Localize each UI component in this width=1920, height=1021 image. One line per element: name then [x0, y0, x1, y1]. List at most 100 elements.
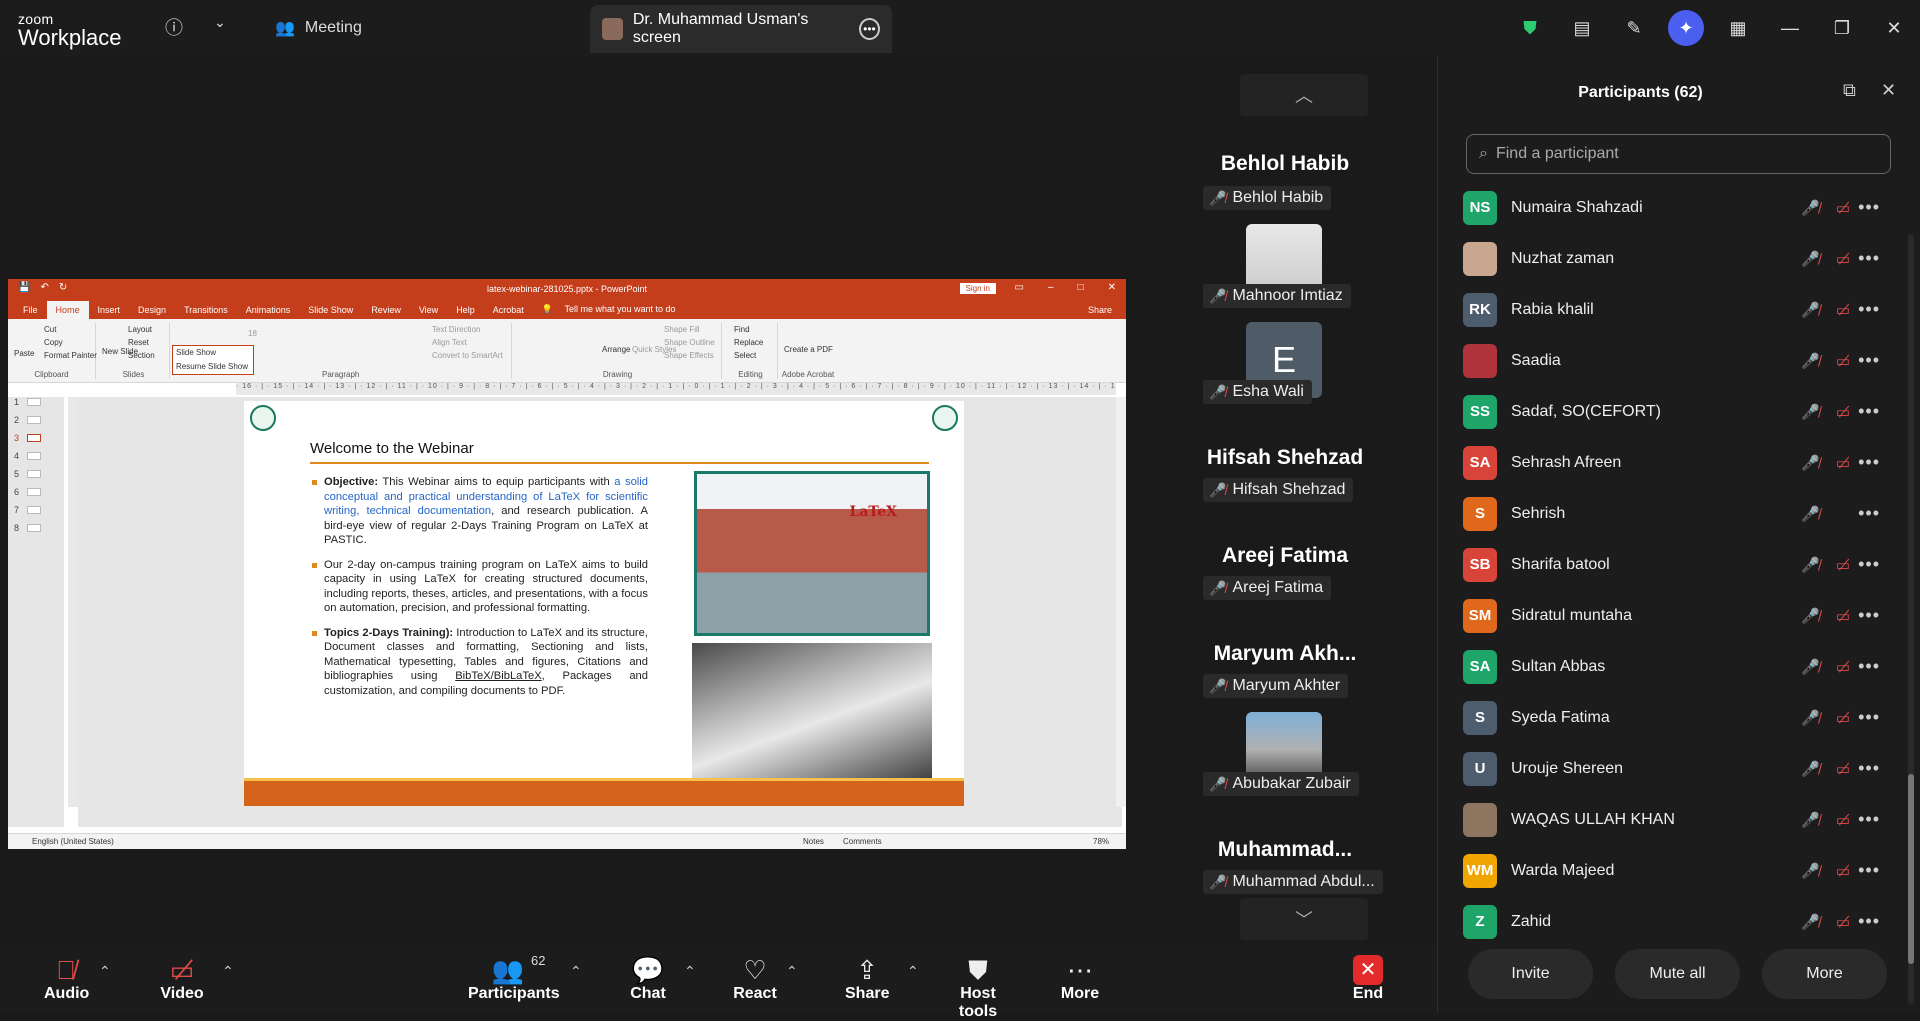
zoom-level[interactable]: 78%	[1093, 837, 1109, 846]
font-size-box[interactable]: 18	[248, 329, 257, 338]
participants-scrollbar[interactable]	[1908, 234, 1914, 1004]
participant-row[interactable]: NS Numaira Shahzadi 🎤̸ ▭̸ •••	[1438, 182, 1908, 233]
encryption-shield-icon[interactable]: ⛊	[1504, 18, 1556, 39]
participant-row[interactable]: WAQAS ULLAH KHAN 🎤̸ ▭̸ •••	[1438, 794, 1908, 845]
participant-more-icon[interactable]: •••	[1858, 860, 1880, 881]
video-off-icon[interactable]: ▭̸	[1836, 811, 1850, 829]
mic-muted-icon[interactable]: 🎤̸	[1801, 454, 1820, 472]
redo-icon[interactable]: ↻	[59, 282, 67, 293]
mic-muted-icon[interactable]: 🎤̸	[1801, 658, 1820, 676]
invite-button[interactable]: Invite	[1468, 949, 1593, 999]
video-options-caret[interactable]: ⌃	[222, 963, 234, 980]
replace-button[interactable]: Replace	[734, 338, 763, 347]
shared-screen-tab[interactable]: Dr. Muhammad Usman's screen •••	[590, 5, 892, 53]
paste-button[interactable]: Paste	[14, 349, 34, 358]
participant-row[interactable]: SA Sultan Abbas 🎤̸ ▭̸ •••	[1438, 641, 1908, 692]
arrange-button[interactable]: Arrange	[602, 345, 630, 354]
mic-muted-icon[interactable]: 🎤̸	[1801, 199, 1820, 217]
participant-more-icon[interactable]: •••	[1858, 656, 1880, 677]
participant-row[interactable]: S Sehrish 🎤̸ •••	[1438, 488, 1908, 539]
mic-muted-icon[interactable]: 🎤̸	[1801, 403, 1820, 421]
minimize-button[interactable]: —	[1764, 18, 1816, 39]
video-off-icon[interactable]: ▭̸	[1836, 556, 1850, 574]
slide-thumb[interactable]: 8	[14, 523, 42, 533]
ppt-restore-button[interactable]: □	[1078, 282, 1084, 293]
participant-row[interactable]: Nuzhat zaman 🎤̸ ▭̸ •••	[1438, 233, 1908, 284]
participant-row[interactable]: SM Sidratul muntaha 🎤̸ ▭̸ •••	[1438, 590, 1908, 641]
participant-more-icon[interactable]: •••	[1858, 401, 1880, 422]
slide-thumb[interactable]: 5	[14, 469, 42, 479]
section-button[interactable]: Section	[128, 351, 155, 360]
more-options-icon[interactable]: •••	[858, 18, 880, 40]
react-button[interactable]: ♡ React	[733, 955, 777, 1003]
tab-insert[interactable]: Insert	[89, 301, 130, 319]
tab-animations[interactable]: Animations	[237, 301, 300, 319]
more-button[interactable]: ⋯ More	[1058, 955, 1102, 1003]
create-pdf-button[interactable]: Create a PDF	[784, 345, 833, 354]
video-off-icon[interactable]: ▭̸	[1836, 352, 1850, 370]
meeting-tab[interactable]: 👥 Meeting	[275, 18, 362, 38]
participant-more-icon[interactable]: •••	[1858, 809, 1880, 830]
tell-me-search[interactable]: 💡 Tell me what you want to do	[533, 300, 694, 319]
participant-search-input[interactable]: ⌕ Find a participant	[1466, 134, 1891, 174]
participant-more-icon[interactable]: •••	[1858, 554, 1880, 575]
mic-muted-icon[interactable]: 🎤̸	[1801, 760, 1820, 778]
participant-more-icon[interactable]: •••	[1858, 605, 1880, 626]
mic-muted-icon[interactable]: 🎤̸	[1801, 352, 1820, 370]
react-options-caret[interactable]: ⌃	[786, 963, 798, 980]
participant-more-icon[interactable]: •••	[1858, 911, 1880, 932]
video-button[interactable]: ▭̸ Video	[160, 955, 204, 1003]
reset-button[interactable]: Reset	[128, 338, 149, 347]
notes-button[interactable]: Notes	[803, 837, 824, 846]
participant-row[interactable]: Saadia 🎤̸ ▭̸ •••	[1438, 335, 1908, 386]
info-icon[interactable]: ⓘ	[165, 14, 183, 40]
video-off-icon[interactable]: ▭̸	[1836, 760, 1850, 778]
participant-row[interactable]: WM Warda Majeed 🎤̸ ▭̸ •••	[1438, 845, 1908, 896]
format-painter-button[interactable]: Format Painter	[44, 351, 97, 360]
pop-out-icon[interactable]: ⧉	[1843, 80, 1856, 101]
find-button[interactable]: Find	[734, 325, 750, 334]
slide-thumb-current[interactable]: 3	[14, 433, 42, 443]
tab-home[interactable]: Home	[46, 301, 89, 319]
chat-options-caret[interactable]: ⌃	[684, 963, 696, 980]
close-button[interactable]: ✕	[1868, 18, 1920, 39]
slide-thumb[interactable]: 4	[14, 451, 42, 461]
restore-button[interactable]: ❐	[1816, 18, 1868, 39]
mic-muted-icon[interactable]: 🎤̸	[1801, 811, 1820, 829]
undo-icon[interactable]: ↶	[40, 282, 48, 293]
audio-button[interactable]: 🎙̸ Audio	[44, 955, 89, 1003]
share-options-caret[interactable]: ⌃	[907, 963, 919, 980]
host-tools-button[interactable]: ⛊ Host tools	[942, 955, 1014, 1021]
convert-smartart-button[interactable]: Convert to SmartArt	[432, 351, 503, 360]
gallery-down-button[interactable]: ﹀	[1240, 898, 1368, 940]
participant-row[interactable]: Z Zahid 🎤̸ ▭̸ •••	[1438, 896, 1908, 947]
slide-thumb[interactable]: 7	[14, 505, 42, 515]
mic-muted-icon[interactable]: 🎤̸	[1801, 709, 1820, 727]
video-off-icon[interactable]: ▭̸	[1836, 454, 1850, 472]
chat-button[interactable]: 💬 Chat	[628, 955, 668, 1003]
participant-more-icon[interactable]: •••	[1858, 758, 1880, 779]
tab-slide-show[interactable]: Slide Show	[299, 301, 362, 319]
mic-muted-icon[interactable]: 🎤̸	[1801, 250, 1820, 268]
video-off-icon[interactable]: ▭̸	[1836, 250, 1850, 268]
whiteboard-icon[interactable]: ✎	[1608, 18, 1660, 39]
select-button[interactable]: Select	[734, 351, 756, 360]
shape-outline-button[interactable]: Shape Outline	[664, 338, 715, 347]
participant-more-icon[interactable]: •••	[1858, 503, 1880, 524]
participant-more-icon[interactable]: •••	[1858, 350, 1880, 371]
participant-row[interactable]: RK Rabia khalil 🎤̸ ▭̸ •••	[1438, 284, 1908, 335]
participant-row[interactable]: SB Sharifa batool 🎤̸ ▭̸ •••	[1438, 539, 1908, 590]
audio-options-caret[interactable]: ⌃	[99, 963, 111, 980]
participant-more-icon[interactable]: •••	[1858, 707, 1880, 728]
video-off-icon[interactable]: ▭̸	[1836, 301, 1850, 319]
tab-view[interactable]: View	[410, 301, 447, 319]
mic-muted-icon[interactable]: 🎤̸	[1801, 505, 1820, 523]
cut-button[interactable]: Cut	[44, 325, 56, 334]
tab-acrobat[interactable]: Acrobat	[484, 301, 533, 319]
ppt-share-button[interactable]: Share	[1079, 301, 1126, 319]
mic-muted-icon[interactable]: 🎤̸	[1801, 607, 1820, 625]
text-direction-button[interactable]: Text Direction	[432, 325, 480, 334]
mic-muted-icon[interactable]: 🎤̸	[1801, 301, 1820, 319]
ai-companion-button[interactable]: ✦	[1660, 10, 1712, 46]
mute-all-button[interactable]: Mute all	[1615, 949, 1740, 999]
